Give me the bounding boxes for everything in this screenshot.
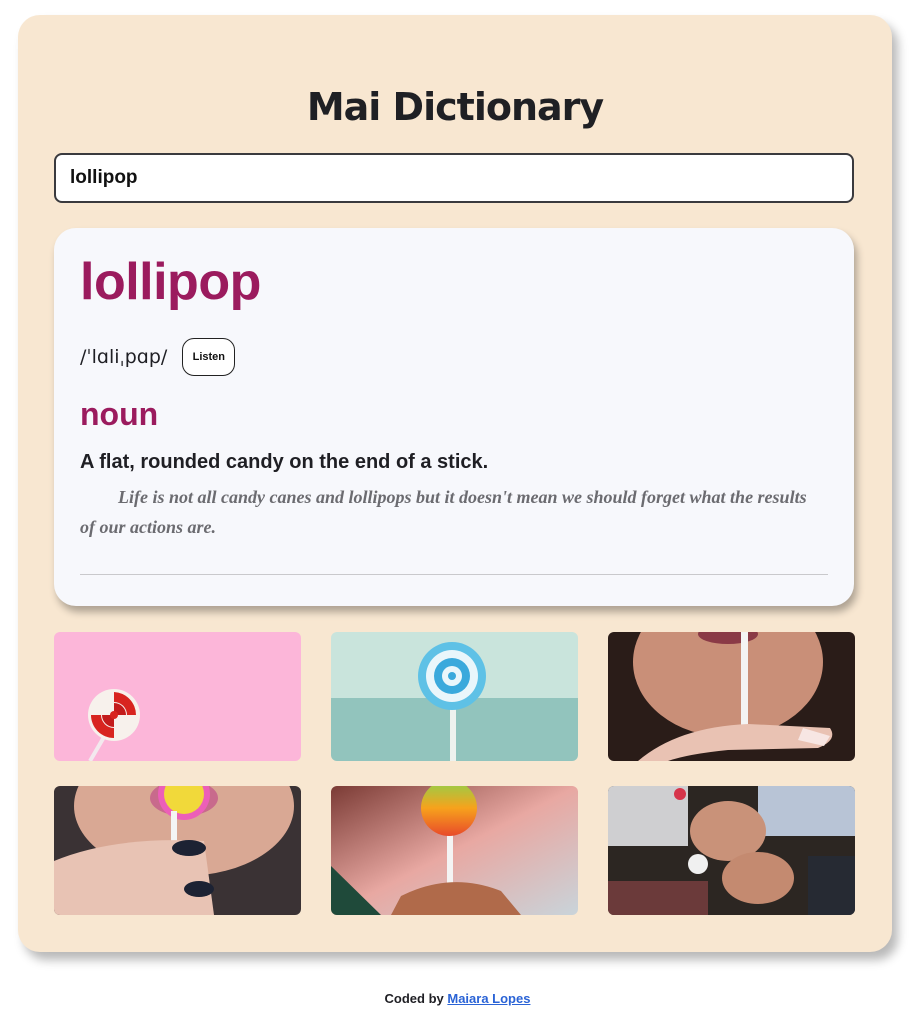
photo-two-women[interactable] bbox=[608, 786, 855, 915]
definition-text: A flat, rounded candy on the end of a st… bbox=[80, 451, 489, 473]
listen-button[interactable]: Listen bbox=[182, 338, 236, 376]
footer-prefix: Coded by bbox=[384, 991, 444, 1006]
example-text: Life is not all candy canes and lollipop… bbox=[80, 487, 807, 537]
search-input[interactable] bbox=[54, 153, 854, 203]
result-word: lollipop bbox=[80, 253, 261, 311]
phonetic-row: /ˈlɑliˌpɑp/ Listen bbox=[80, 338, 236, 376]
photo-yellow-lollipop[interactable] bbox=[54, 786, 301, 915]
app-title: Mai Dictionary bbox=[306, 85, 604, 129]
photo-woman-holding-stick[interactable] bbox=[608, 632, 855, 761]
photo-blue-lollipop[interactable] bbox=[331, 632, 578, 761]
photo-grid bbox=[54, 632, 855, 915]
footer: Coded by Maiara Lopes bbox=[0, 991, 915, 1006]
result-card: lollipop /ˈlɑliˌpɑp/ Listen noun A flat,… bbox=[54, 228, 854, 606]
part-of-speech: noun bbox=[80, 396, 159, 432]
phonetic-text: /ˈlɑliˌpɑp/ bbox=[80, 346, 168, 368]
photo-orange-lollipop[interactable] bbox=[331, 786, 578, 915]
photo-red-white-lollipop[interactable] bbox=[54, 632, 301, 761]
dictionary-app: Mai Dictionary lollipop /ˈlɑliˌpɑp/ List… bbox=[18, 15, 892, 952]
meaning-divider bbox=[80, 574, 828, 575]
author-link[interactable]: Maiara Lopes bbox=[447, 991, 530, 1006]
